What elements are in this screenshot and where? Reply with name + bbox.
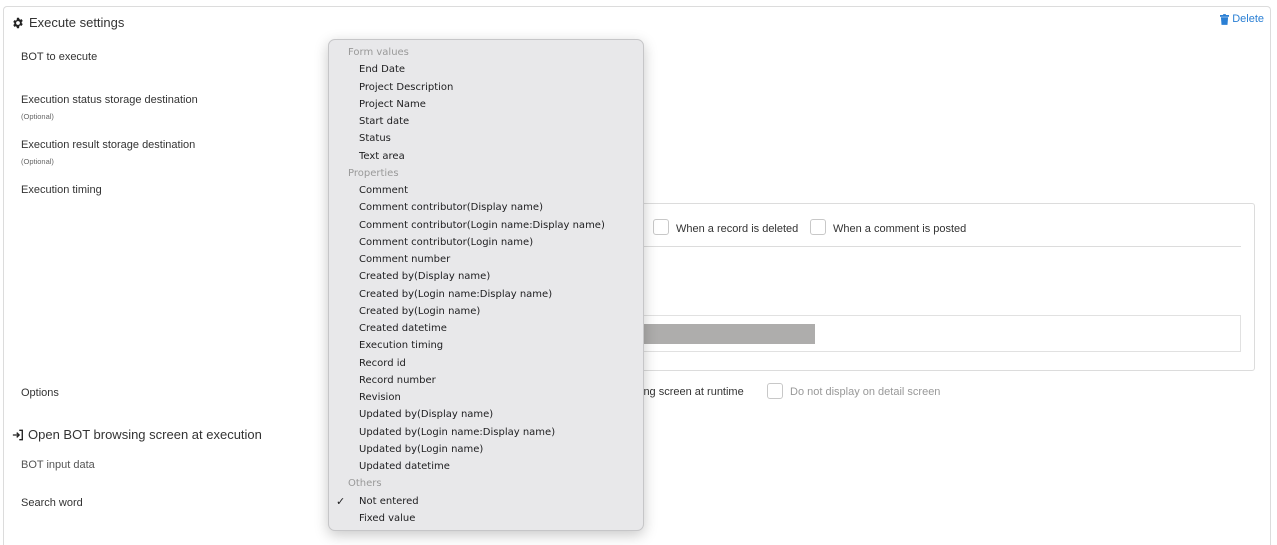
dropdown-option[interactable]: Updated by(Display name) [359, 409, 493, 420]
status-storage-optional: (Optional) [21, 112, 54, 121]
options-label: Options [21, 387, 59, 399]
dropdown-option[interactable]: Comment [359, 185, 408, 196]
dropdown-option[interactable]: Created datetime [359, 323, 447, 334]
timing-divider [640, 246, 1241, 247]
delete-button[interactable]: Delete [1220, 13, 1264, 25]
dropdown-option[interactable]: Updated datetime [359, 461, 450, 472]
comment-posted-checkbox[interactable] [810, 219, 826, 235]
dropdown-option[interactable]: Fixed value [359, 513, 415, 524]
record-deleted-label: When a record is deleted [676, 223, 799, 235]
delete-label: Delete [1232, 13, 1264, 25]
open-bot-title: Open BOT browsing screen at execution [28, 427, 262, 442]
search-word-label: Search word [21, 497, 83, 509]
dropdown-option[interactable]: Execution timing [359, 340, 443, 351]
no-detail-label: Do not display on detail screen [790, 386, 941, 398]
no-detail-checkbox[interactable] [767, 383, 783, 399]
dropdown-option[interactable]: Text area [359, 151, 405, 162]
dropdown-option[interactable]: Created by(Login name) [359, 306, 480, 317]
status-storage-label: Execution status storage destination [21, 94, 198, 106]
record-deleted-checkbox[interactable] [653, 219, 669, 235]
dropdown-option[interactable]: Updated by(Login name) [359, 444, 483, 455]
dropdown-option[interactable]: Project Description [359, 82, 453, 93]
bot-input-data-label: BOT input data [21, 459, 95, 471]
dropdown-option[interactable]: Created by(Display name) [359, 271, 490, 282]
dropdown-group-label: Form values [348, 47, 409, 58]
selected-check-icon: ✓ [336, 494, 346, 508]
progress-fill [641, 324, 815, 344]
dropdown-option[interactable]: Record id [359, 358, 406, 369]
open-bot-section: Open BOT browsing screen at execution [12, 427, 262, 442]
section-title: Execute settings [29, 15, 125, 30]
result-storage-label: Execution result storage destination [21, 139, 196, 151]
sign-in-icon [12, 429, 23, 440]
dropdown-option[interactable]: Comment contributor(Login name) [359, 237, 533, 248]
result-storage-optional: (Optional) [21, 157, 54, 166]
dropdown-option[interactable]: Not entered [359, 496, 419, 507]
dropdown-option[interactable]: End Date [359, 64, 405, 75]
dropdown-group-label: Properties [348, 167, 399, 179]
comment-posted-label: When a comment is posted [833, 223, 967, 235]
dropdown-option[interactable]: Record number [359, 375, 436, 386]
dropdown-option[interactable]: Status [359, 133, 391, 144]
field-dropdown-menu[interactable]: Form values End Date Project Description Pr… [328, 39, 644, 531]
dropdown-option[interactable]: Created by(Login name:Display name) [359, 289, 552, 300]
dropdown-option[interactable]: Start date [359, 116, 409, 127]
open-browsing-runtime-label: vsing screen at runtime [630, 386, 744, 398]
dropdown-option[interactable]: Project Name [359, 99, 426, 110]
dropdown-group-label: Others [348, 478, 382, 490]
execution-timing-label: Execution timing [21, 184, 102, 196]
dropdown-option[interactable]: Comment number [359, 254, 450, 265]
dropdown-option[interactable]: Comment contributor(Login name:Display n… [359, 220, 605, 231]
dropdown-option[interactable]: Comment contributor(Display name) [359, 202, 543, 213]
gear-icon [13, 17, 23, 28]
dropdown-option[interactable]: Updated by(Login name:Display name) [359, 427, 555, 438]
section-header: Execute settings [12, 15, 124, 30]
dropdown-option[interactable]: Revision [359, 392, 401, 403]
trash-icon [1220, 13, 1230, 25]
bot-to-execute-label: BOT to execute [21, 51, 98, 63]
